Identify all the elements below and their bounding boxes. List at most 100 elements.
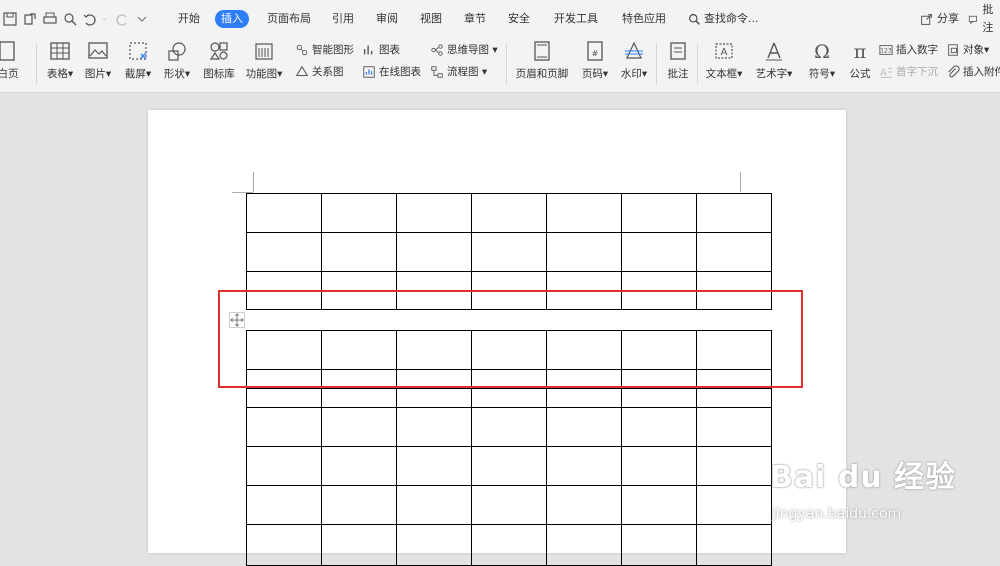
table-cell[interactable]	[246, 193, 322, 233]
tab-chapter[interactable]: 章节	[458, 10, 492, 28]
table-cell[interactable]	[321, 524, 397, 566]
insert-attachment-button[interactable]: 插入附件	[946, 63, 1000, 81]
table-cell[interactable]	[621, 388, 697, 408]
table-cell[interactable]	[621, 446, 697, 486]
table-cell[interactable]	[621, 232, 697, 272]
export-icon[interactable]	[22, 11, 38, 27]
print-icon[interactable]	[42, 11, 58, 27]
share-button[interactable]: 分享	[920, 10, 959, 28]
icon-library-button[interactable]: 图标库	[197, 40, 241, 90]
header-footer-button[interactable]: 页眉和页脚	[512, 40, 572, 90]
relation-chart-button[interactable]: 关系图	[295, 63, 344, 81]
table-cell[interactable]	[696, 193, 772, 233]
table-cell[interactable]	[621, 485, 697, 525]
mind-map-button[interactable]: 思维导图 ▾	[430, 41, 498, 59]
table-cell[interactable]	[246, 524, 322, 566]
tab-security[interactable]: 安全	[502, 10, 536, 28]
formula-button[interactable]: π 公式	[838, 40, 882, 90]
smart-art-button[interactable]: 智能图形	[295, 41, 354, 59]
table-cell[interactable]	[321, 407, 397, 447]
table-cell[interactable]	[696, 271, 772, 291]
table-cell[interactable]	[546, 446, 622, 486]
blank-page-button[interactable]: 白页	[0, 40, 30, 90]
drop-cap-button[interactable]: A 首字下沉	[879, 63, 938, 81]
table-cell[interactable]	[546, 232, 622, 272]
table-cell[interactable]	[321, 446, 397, 486]
table-cell[interactable]	[546, 193, 622, 233]
table-cell[interactable]	[321, 232, 397, 272]
table-cell[interactable]	[621, 271, 697, 291]
page-number-button[interactable]: # 页码▾	[573, 40, 617, 90]
word-art-button[interactable]: 艺术字▾	[752, 40, 796, 90]
table-cell[interactable]	[546, 271, 622, 291]
table-cell[interactable]	[546, 407, 622, 447]
table-cell[interactable]	[321, 193, 397, 233]
screenshot-button[interactable]: 截屏▾	[116, 40, 160, 90]
table-cell[interactable]	[396, 271, 472, 291]
table-cell[interactable]	[321, 271, 397, 291]
table-cell[interactable]	[546, 524, 622, 566]
object-button[interactable]: 对象▾	[946, 41, 989, 59]
table-cell[interactable]	[471, 388, 547, 408]
tab-review[interactable]: 审阅	[370, 10, 404, 28]
comment-button[interactable]: 批注	[656, 40, 700, 90]
chart-button[interactable]: 图表	[362, 41, 400, 59]
undo-icon[interactable]	[82, 11, 98, 27]
table-cell[interactable]	[396, 232, 472, 272]
table-cell[interactable]	[321, 388, 397, 408]
print-preview-icon[interactable]	[62, 11, 78, 27]
table-cell[interactable]	[246, 232, 322, 272]
table-cell[interactable]	[396, 485, 472, 525]
table-cell[interactable]	[396, 193, 472, 233]
tab-page-layout[interactable]: 页面布局	[261, 10, 317, 28]
online-chart-button[interactable]: 在线图表	[362, 63, 421, 81]
tab-insert[interactable]: 插入	[215, 10, 249, 28]
command-search[interactable]: 查找命令...	[688, 10, 759, 28]
table-cell[interactable]	[246, 485, 322, 525]
undo-dropdown-icon[interactable]	[102, 11, 110, 27]
tab-view[interactable]: 视图	[414, 10, 448, 28]
tab-developer[interactable]: 开发工具	[548, 10, 604, 28]
table-cell[interactable]	[471, 407, 547, 447]
redo-icon[interactable]	[114, 11, 130, 27]
table-cell[interactable]	[321, 485, 397, 525]
table-cell[interactable]	[546, 485, 622, 525]
function-chart-button[interactable]: 功能图▾	[242, 40, 286, 90]
table-cell[interactable]	[696, 446, 772, 486]
table-cell[interactable]	[396, 407, 472, 447]
watermark-button[interactable]: 水印▾	[612, 40, 656, 90]
table-cell[interactable]	[546, 388, 622, 408]
table-cell[interactable]	[471, 524, 547, 566]
table-cell[interactable]	[696, 407, 772, 447]
table-cell[interactable]	[621, 407, 697, 447]
table-cell[interactable]	[396, 388, 472, 408]
flow-chart-button[interactable]: 流程图 ▾	[430, 63, 487, 81]
table-cell[interactable]	[396, 524, 472, 566]
table-cell[interactable]	[396, 446, 472, 486]
table-cell[interactable]	[246, 446, 322, 486]
table-cell[interactable]	[621, 193, 697, 233]
table-cell[interactable]	[471, 193, 547, 233]
insert-number-button[interactable]: 123 插入数字	[879, 41, 938, 59]
customize-toolbar-icon[interactable]	[134, 11, 150, 27]
table-cell[interactable]	[246, 388, 322, 408]
table-cell[interactable]	[696, 485, 772, 525]
save-icon[interactable]	[2, 11, 18, 27]
table-cell[interactable]	[621, 524, 697, 566]
table-cell[interactable]	[246, 407, 322, 447]
text-box-button[interactable]: A 文本框▾	[702, 40, 746, 90]
table-cell[interactable]	[471, 271, 547, 291]
comment-top-button[interactable]: 批注	[968, 3, 1000, 34]
table-cell[interactable]	[471, 232, 547, 272]
shape-button[interactable]: 形状▾	[155, 40, 199, 90]
table-cell[interactable]	[696, 524, 772, 566]
table-cell[interactable]	[696, 388, 772, 408]
table-cell[interactable]	[471, 485, 547, 525]
tab-special-apps[interactable]: 特色应用	[616, 10, 672, 28]
tab-home[interactable]: 开始	[172, 10, 206, 28]
table-cell[interactable]	[471, 446, 547, 486]
picture-button[interactable]: 图片▾	[76, 40, 120, 90]
table-cell[interactable]	[696, 232, 772, 272]
table-cell[interactable]	[246, 271, 322, 291]
tab-references[interactable]: 引用	[326, 10, 360, 28]
